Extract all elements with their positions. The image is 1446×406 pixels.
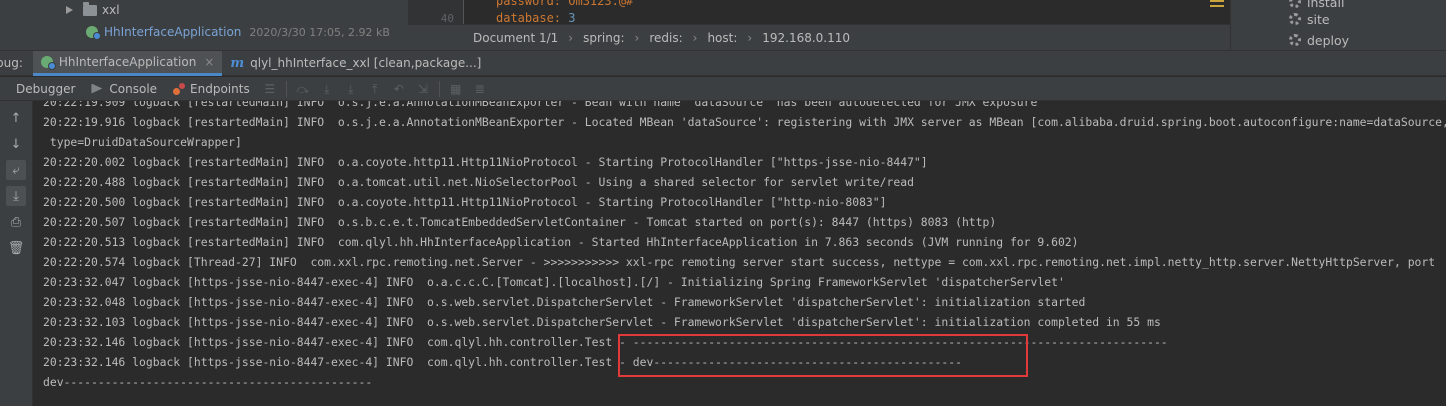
yaml-key: database:	[496, 11, 562, 25]
soft-wrap-icon[interactable]: ⤶	[6, 160, 26, 180]
console-line: 20:22:19.916 logback [restartedMain] INF…	[43, 115, 1446, 129]
evaluate-expression-icon[interactable]: ▦	[449, 83, 463, 95]
maven-item-label: site	[1307, 11, 1330, 27]
console-line: 20:23:32.048 logback [https-jsse-nio-844…	[43, 295, 1086, 309]
down-arrow-icon[interactable]: ↓	[6, 134, 26, 154]
gear-icon	[1289, 13, 1301, 25]
console-line: 20:22:20.500 logback [restartedMain] INF…	[43, 195, 887, 209]
console-line: 20:23:32.103 logback [https-jsse-nio-844…	[43, 315, 1161, 329]
console-line: type=DruidDataSourceWrapper]	[43, 135, 242, 149]
spring-boot-run-config-icon	[86, 26, 101, 40]
tab-label: Debugger	[16, 81, 76, 96]
tab-debugger[interactable]: Debugger	[0, 77, 83, 101]
tab-label: Endpoints	[190, 81, 250, 96]
code-line-database[interactable]: database: 3	[496, 11, 576, 25]
console-output[interactable]: 20:22:19.909 logback [restartedMain] INF…	[34, 101, 1446, 406]
tab-label: qlyl_hhInterface_xxl [clean,package...]	[250, 56, 482, 70]
trash-icon[interactable]: 🗑	[6, 238, 26, 258]
yaml-value: 3	[568, 11, 576, 25]
tab-label: Console	[109, 81, 158, 96]
editor-breadcrumb: Document 1/1 › spring: › redis: › host: …	[408, 24, 1230, 50]
debugger-toolbar: Debugger Console Endpoints ☰ ⤼ ⤓ ⤓ ⤒ ↶ ⇲…	[0, 77, 1446, 101]
top-strip: xxl HhInterfaceApplication 2020/3/30 17:…	[0, 0, 1446, 50]
scroll-to-end-icon[interactable]: ⤓	[6, 186, 26, 206]
debug-tab-bar: bug: HhInterfaceApplication × m qlyl_hhI…	[0, 50, 1446, 76]
gear-icon	[1289, 34, 1301, 46]
tab-console[interactable]: Console	[83, 77, 165, 101]
tree-app-meta: 2020/3/30 17:05, 2.92 kB	[249, 25, 390, 39]
tab-endpoints[interactable]: Endpoints	[165, 77, 258, 101]
maven-lifecycle-pane: install site deploy	[1230, 0, 1446, 50]
breadcrumb-spring[interactable]: spring:	[583, 31, 624, 45]
print-icon[interactable]: ⎙	[6, 212, 26, 232]
spring-boot-run-config-icon	[40, 55, 56, 70]
console-line: 20:23:32.047 logback [https-jsse-nio-844…	[43, 275, 1065, 289]
console-line: 20:22:20.574 logback [Thread-27] INFO co…	[43, 255, 1436, 269]
show-execution-point-icon[interactable]: ☰	[263, 83, 277, 95]
debug-tool-window-label: bug:	[0, 56, 23, 70]
force-step-into-icon[interactable]: ⤓	[344, 83, 358, 95]
console-line: 20:22:20.002 logback [restartedMain] INF…	[43, 155, 928, 169]
console-line: 20:22:20.513 logback [restartedMain] INF…	[43, 235, 1079, 249]
toolbar-separator	[285, 80, 287, 97]
annotation-highlight-box	[618, 334, 1028, 377]
console-line: 20:22:20.507 logback [restartedMain] INF…	[43, 215, 997, 229]
gear-icon	[1289, 0, 1301, 8]
console-line: dev-------------------------------------…	[43, 375, 373, 389]
close-icon[interactable]: ×	[204, 55, 214, 69]
tab-hhinterfaceapplication[interactable]: HhInterfaceApplication ×	[32, 50, 223, 76]
folder-icon	[83, 1, 97, 16]
breadcrumb-document[interactable]: Document 1/1	[473, 31, 558, 45]
tab-label: HhInterfaceApplication	[58, 54, 197, 69]
tree-row-xxl[interactable]: xxl	[66, 0, 120, 20]
drop-frame-icon[interactable]: ↶	[392, 83, 406, 95]
step-over-icon[interactable]: ⤼	[296, 83, 310, 95]
breadcrumb-host-value[interactable]: 192.168.0.110	[762, 31, 850, 45]
project-tree-pane: xxl HhInterfaceApplication 2020/3/30 17:…	[0, 0, 408, 50]
endpoints-icon	[173, 82, 186, 95]
console-side-toolbar: ↑ ↓ ⤶ ⤓ ⎙ 🗑	[0, 101, 33, 406]
trace-stream-icon[interactable]: ≣	[473, 83, 487, 95]
up-arrow-icon[interactable]: ↑	[6, 108, 26, 128]
tree-row-application[interactable]: HhInterfaceApplication 2020/3/30 17:05, …	[86, 22, 390, 42]
maven-icon: m	[230, 55, 245, 71]
tree-app-name: HhInterfaceApplication	[104, 25, 242, 39]
maven-item-label: deploy	[1307, 32, 1350, 48]
expand-arrow-icon[interactable]	[66, 6, 73, 14]
run-to-cursor-icon[interactable]: ⇲	[416, 83, 430, 95]
console-line: 20:22:19.909 logback [restartedMain] INF…	[43, 101, 1038, 109]
breadcrumb-redis[interactable]: redis:	[649, 31, 682, 45]
tree-folder-label: xxl	[102, 3, 120, 17]
code-line-password[interactable]: password: Om3123.@#	[496, 0, 633, 8]
maven-item-site[interactable]: site	[1289, 9, 1330, 29]
step-into-icon[interactable]: ⤓	[320, 83, 334, 95]
step-out-icon[interactable]: ⤒	[368, 83, 382, 95]
breadcrumb-separator: ›	[634, 30, 640, 45]
warning-scroll-marker[interactable]	[1210, 0, 1224, 7]
console-line: 20:22:20.488 logback [restartedMain] INF…	[43, 175, 914, 189]
breadcrumb-separator: ›	[568, 30, 574, 45]
console-icon	[91, 83, 103, 94]
tab-maven-build[interactable]: m qlyl_hhInterface_xxl [clean,package...…	[222, 51, 489, 76]
toolbar-separator	[438, 80, 440, 97]
breadcrumb-separator: ›	[692, 30, 698, 45]
breadcrumb-separator: ›	[747, 30, 753, 45]
maven-item-deploy[interactable]: deploy	[1289, 30, 1349, 50]
editor-pane: 40 password: Om3123.@# database: 3 Docum…	[408, 0, 1230, 50]
breadcrumb-host[interactable]: host:	[707, 31, 737, 45]
